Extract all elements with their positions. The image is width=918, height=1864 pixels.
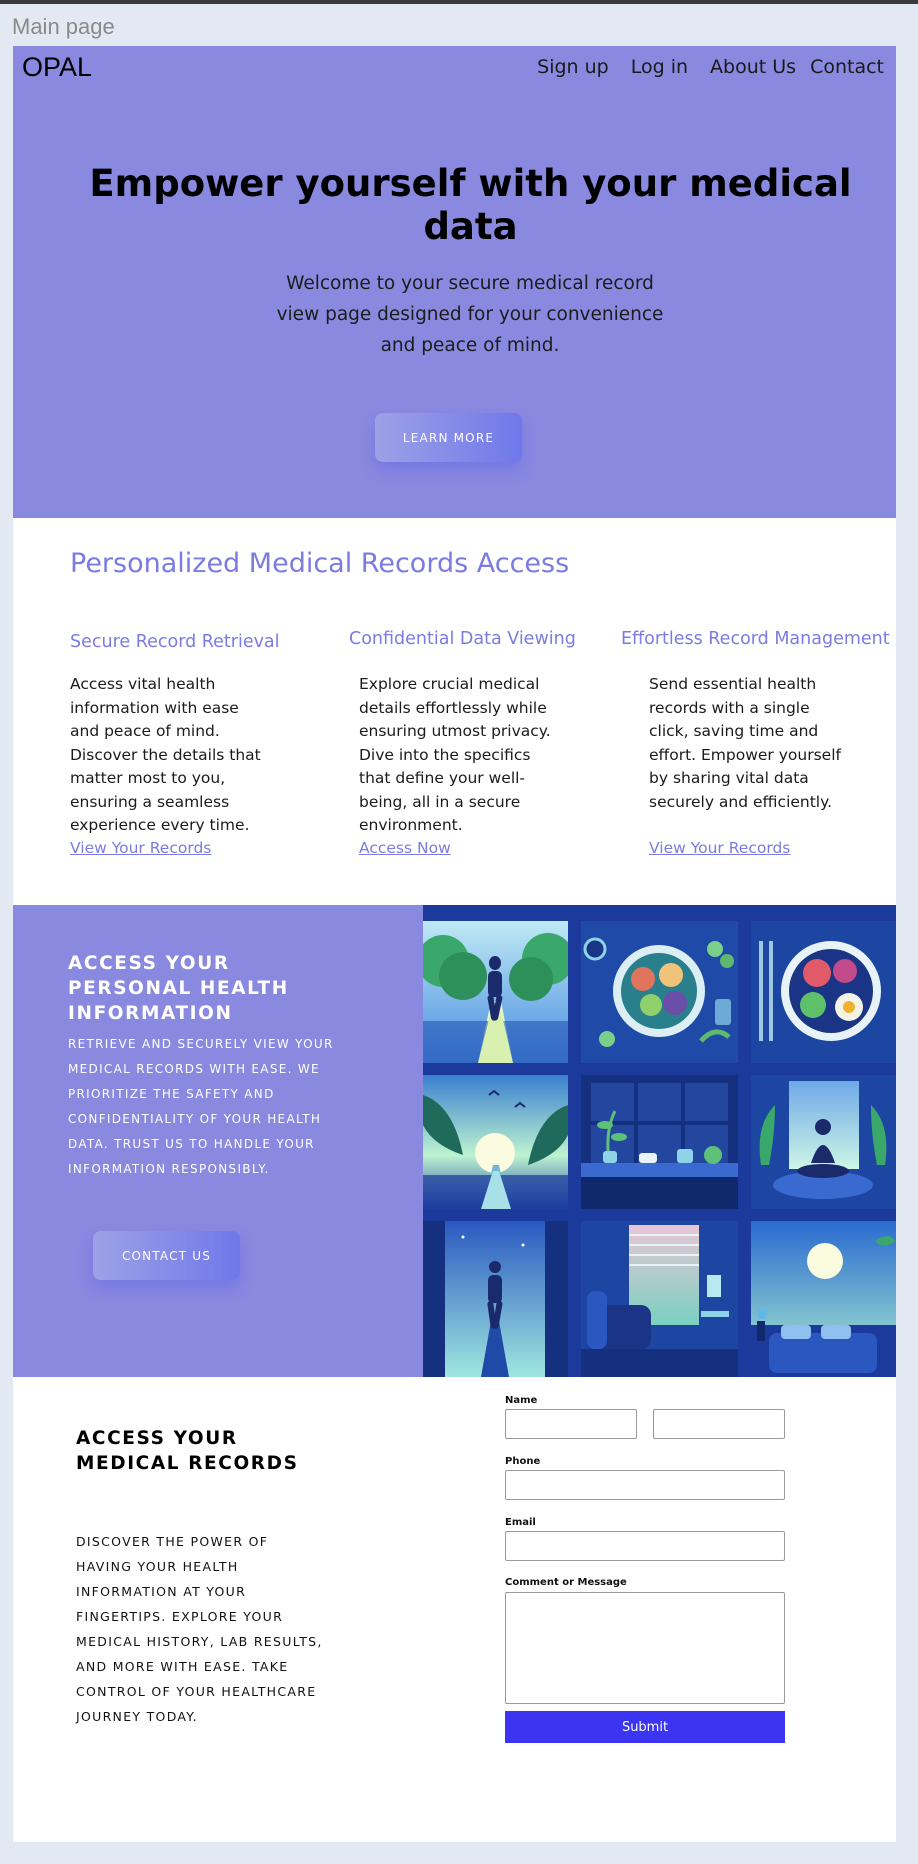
hero-section: OPAL Sign up Log in About Us Contact Emp…	[13, 46, 896, 518]
meditation-image	[751, 1075, 896, 1209]
runner-park-image	[423, 921, 568, 1063]
message-label: Comment or Message	[505, 1577, 627, 1588]
night-runner-image	[423, 1221, 568, 1377]
learn-more-button[interactable]: LEARN MORE	[375, 413, 522, 462]
nav-log-in[interactable]: Log in	[631, 56, 688, 78]
first-name-field[interactable]	[505, 1409, 637, 1439]
bedroom-moon-image	[751, 1221, 896, 1377]
message-textarea[interactable]	[505, 1592, 785, 1704]
top-nav: Sign up Log in About Us Contact	[537, 56, 884, 78]
sunrise-path-image	[423, 1075, 568, 1209]
view-records-link-1[interactable]: View Your Records	[70, 839, 211, 857]
feature-body-secure-retrieval: Access vital health information with eas…	[70, 675, 261, 834]
hero-title: Empower yourself with your medical data	[89, 162, 852, 248]
feature-heading-record-management: Effortless Record Management	[621, 629, 890, 649]
submit-button[interactable]: Submit	[505, 1711, 785, 1743]
healthy-plate-image	[581, 921, 738, 1063]
salad-plate-image	[751, 921, 896, 1063]
health-info-band: ACCESS YOUR PERSONAL HEALTH INFORMATION …	[13, 905, 423, 1377]
window-plants-image	[581, 1075, 738, 1209]
nav-about-us[interactable]: About Us	[710, 56, 796, 78]
form-section-title: ACCESS YOUR MEDICAL RECORDS	[76, 1428, 299, 1474]
nav-contact[interactable]: Contact	[810, 56, 884, 78]
access-now-link[interactable]: Access Now	[359, 839, 451, 857]
last-name-field[interactable]	[653, 1409, 785, 1439]
phone-label: Phone	[505, 1456, 541, 1467]
main-page: OPAL Sign up Log in About Us Contact Emp…	[13, 46, 896, 1842]
email-label: Email	[505, 1517, 536, 1528]
view-records-link-2[interactable]: View Your Records	[649, 839, 790, 857]
window-top-strip	[0, 0, 918, 4]
phone-field[interactable]	[505, 1470, 785, 1500]
feature-body-record-management: Send essential health records with a sin…	[649, 675, 841, 811]
feature-heading-confidential-viewing: Confidential Data Viewing	[349, 629, 576, 649]
feature-body-confidential-viewing: Explore crucial medical details effortle…	[359, 675, 551, 834]
name-label: Name	[505, 1395, 538, 1406]
hero-subtitle: Welcome to your secure medical record vi…	[276, 273, 664, 356]
band-body: RETRIEVE AND SECURELY VIEW YOUR MEDICAL …	[68, 1037, 334, 1176]
nav-sign-up[interactable]: Sign up	[537, 56, 609, 78]
living-room-image	[581, 1221, 738, 1377]
email-field[interactable]	[505, 1531, 785, 1561]
frame-label: Main page	[12, 14, 115, 39]
features-title: Personalized Medical Records Access	[70, 548, 570, 579]
wellness-image-grid	[423, 905, 896, 1377]
contact-us-button[interactable]: CONTACT US	[93, 1231, 240, 1280]
band-title: ACCESS YOUR PERSONAL HEALTH INFORMATION	[68, 953, 289, 1024]
logo[interactable]: OPAL	[22, 52, 92, 83]
form-section-body: DISCOVER THE POWER OF HAVING YOUR HEALTH…	[76, 1534, 323, 1724]
feature-heading-secure-retrieval: Secure Record Retrieval	[70, 632, 280, 652]
